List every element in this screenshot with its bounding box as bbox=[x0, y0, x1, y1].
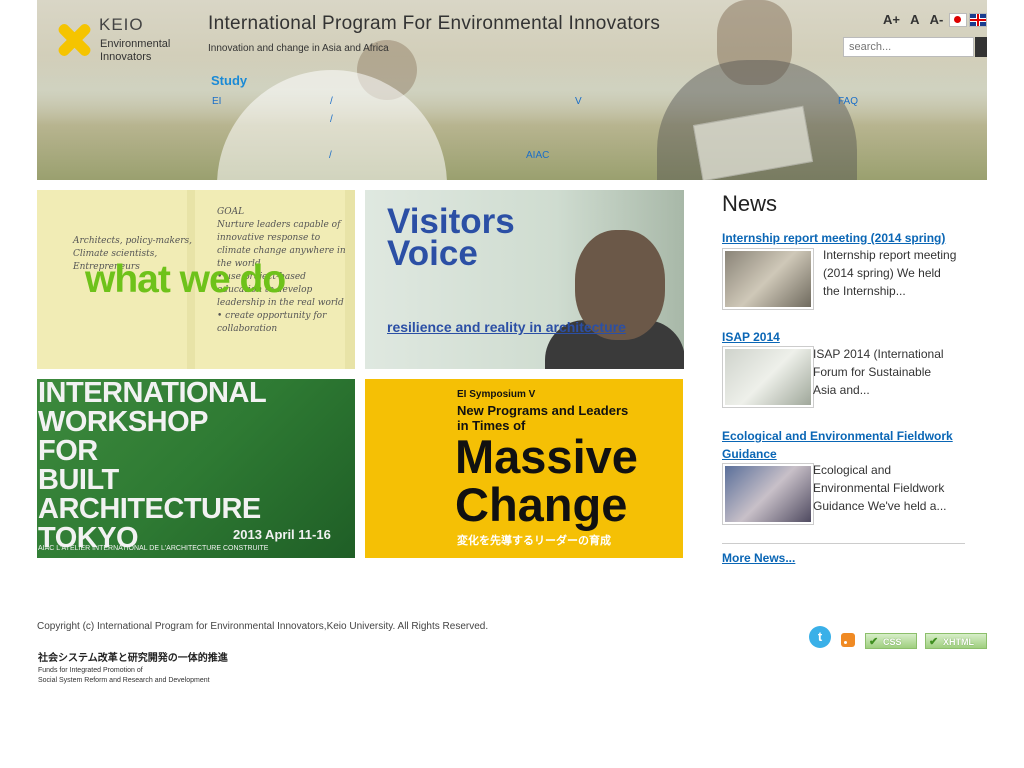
twitter-icon[interactable]: t bbox=[809, 626, 831, 648]
xhtml-validation-badge[interactable]: XHTML bbox=[925, 633, 987, 650]
workshop-date: 2013 April 11-16 bbox=[233, 527, 331, 542]
site-title: International Program For Environmental … bbox=[208, 13, 661, 34]
copyright-text: Copyright (c) International Program for … bbox=[37, 621, 489, 632]
news-item: Ecological and Environmental Fieldwork G… bbox=[722, 427, 962, 525]
symposium-big-1: Massive bbox=[455, 430, 638, 483]
rss-icon[interactable] bbox=[841, 633, 855, 647]
nav-item-v[interactable]: V bbox=[575, 96, 582, 107]
what-we-do-title: what we do bbox=[85, 258, 286, 301]
fund-line-2: Social System Reform and Research and De… bbox=[38, 677, 210, 684]
news-excerpt-line: Guidance We've held a... bbox=[813, 499, 947, 513]
news-headline-link[interactable]: ISAP 2014 bbox=[722, 328, 962, 346]
news-item: ISAP 2014 ISAP 2014 (International Forum… bbox=[722, 328, 962, 408]
css-validation-badge[interactable]: CSS bbox=[865, 633, 917, 650]
news-excerpt: ISAP 2014 (International Forum for Susta… bbox=[813, 345, 944, 399]
header-banner: KEIO Environmental Innovators Internatio… bbox=[37, 0, 987, 180]
news-headline-link[interactable]: Ecological and Environmental Fieldwork G… bbox=[722, 427, 962, 463]
fund-line-1: Funds for Integrated Promotion of bbox=[38, 667, 143, 674]
workshop-line: FOR bbox=[38, 435, 98, 467]
news-excerpt-line: Forum for Sustainable bbox=[813, 365, 932, 379]
news-headline-link[interactable]: Internship report meeting (2014 spring) bbox=[722, 229, 962, 247]
more-news-link[interactable]: More News... bbox=[722, 551, 795, 565]
nav-separator-1: / bbox=[330, 96, 333, 107]
visitors-voice-tile[interactable]: Visitors Voice resilience and reality in… bbox=[365, 190, 684, 369]
logo-subtitle: Environmental Innovators bbox=[100, 38, 180, 64]
nav-separator-3: / bbox=[329, 150, 332, 161]
search-input[interactable] bbox=[843, 37, 974, 57]
workshop-line: WORKSHOP bbox=[38, 406, 209, 438]
font-size-controls: A+ A A- bbox=[883, 12, 950, 27]
symposium-big-2: Change bbox=[455, 478, 628, 531]
english-flag-icon[interactable] bbox=[969, 13, 987, 27]
news-excerpt-line: Asia and... bbox=[813, 383, 870, 397]
logo-line-1: Environmental bbox=[100, 38, 171, 50]
visitors-voice-line-2: Voice bbox=[387, 234, 478, 273]
news-excerpt-line: the Internship... bbox=[823, 284, 906, 298]
search-button[interactable] bbox=[975, 37, 987, 57]
symposium-title: Massive Change bbox=[455, 433, 638, 529]
news-thumbnail[interactable] bbox=[722, 346, 814, 408]
workshop-line: BUILT bbox=[38, 464, 119, 496]
news-item: Internship report meeting (2014 spring) … bbox=[722, 229, 962, 310]
nav-study[interactable]: Study bbox=[211, 73, 247, 88]
nav-separator-2: / bbox=[330, 114, 333, 125]
workshop-line: INTERNATIONAL bbox=[38, 379, 267, 409]
news-heading: News bbox=[722, 191, 778, 216]
news-divider bbox=[722, 543, 965, 544]
nav-item-ei[interactable]: EI bbox=[212, 96, 221, 107]
news-excerpt-line: Ecological and bbox=[813, 463, 892, 477]
fund-logo-english: Funds for Integrated Promotion of Social… bbox=[38, 666, 210, 686]
symposium-line-1: New Programs and Leaders bbox=[457, 403, 629, 418]
news-thumbnail[interactable] bbox=[722, 248, 814, 310]
symposium-label: EI Symposium V bbox=[457, 389, 536, 400]
fund-logo-japanese: 社会システム改革と研究開発の一体的推進 bbox=[38, 653, 228, 664]
workshop-title: INTERNATIONAL WORKSHOP FOR BUILT ARCHITE… bbox=[38, 379, 267, 553]
news-headline-line[interactable]: Ecological and Environmental Fieldwork bbox=[722, 429, 953, 443]
font-reset-button[interactable]: A bbox=[910, 12, 919, 27]
font-increase-button[interactable]: A+ bbox=[883, 12, 900, 27]
news-excerpt: Internship report meeting (2014 spring) … bbox=[823, 246, 956, 300]
symposium-tile[interactable]: EI Symposium V New Programs and Leaders … bbox=[365, 379, 683, 558]
workshop-line: ARCHITECTURE bbox=[38, 493, 261, 525]
symposium-subtitle: New Programs and Leaders in Times of bbox=[457, 403, 628, 433]
visitors-voice-subtitle-link[interactable]: resilience and reality in architecture bbox=[387, 319, 626, 335]
keio-logo-icon[interactable] bbox=[55, 20, 95, 60]
site-subtitle: Innovation and change in Asia and Africa bbox=[208, 43, 389, 54]
news-excerpt-line: Internship report meeting bbox=[823, 248, 957, 262]
news-excerpt: Ecological and Environmental Fieldwork G… bbox=[813, 461, 946, 515]
news-excerpt-line: ISAP 2014 (International bbox=[813, 347, 944, 361]
visitors-voice-title: Visitors Voice bbox=[387, 204, 515, 273]
news-excerpt-line: Environmental Fieldwork bbox=[813, 481, 945, 495]
logo-line-2: Innovators bbox=[100, 51, 152, 63]
symposium-japanese: 変化を先導するリーダーの育成 bbox=[457, 535, 611, 547]
nav-item-faq[interactable]: FAQ bbox=[838, 96, 858, 107]
news-thumbnail[interactable] bbox=[722, 463, 814, 525]
what-we-do-tile[interactable]: Architects, policy-makers, Climate scien… bbox=[37, 190, 355, 369]
workshop-footer: AIAC L'ATELIER INTERNATIONAL DE L'ARCHIT… bbox=[38, 545, 269, 552]
workshop-tile[interactable]: INTERNATIONAL WORKSHOP FOR BUILT ARCHITE… bbox=[37, 379, 355, 558]
japanese-flag-icon[interactable] bbox=[949, 13, 967, 27]
news-headline-line[interactable]: Guidance bbox=[722, 447, 777, 461]
nav-item-aiac[interactable]: AIAC bbox=[526, 150, 549, 161]
news-excerpt-line: (2014 spring) We held bbox=[823, 266, 941, 280]
logo-keio-text[interactable]: KEIO bbox=[99, 15, 144, 35]
font-decrease-button[interactable]: A- bbox=[930, 12, 944, 27]
